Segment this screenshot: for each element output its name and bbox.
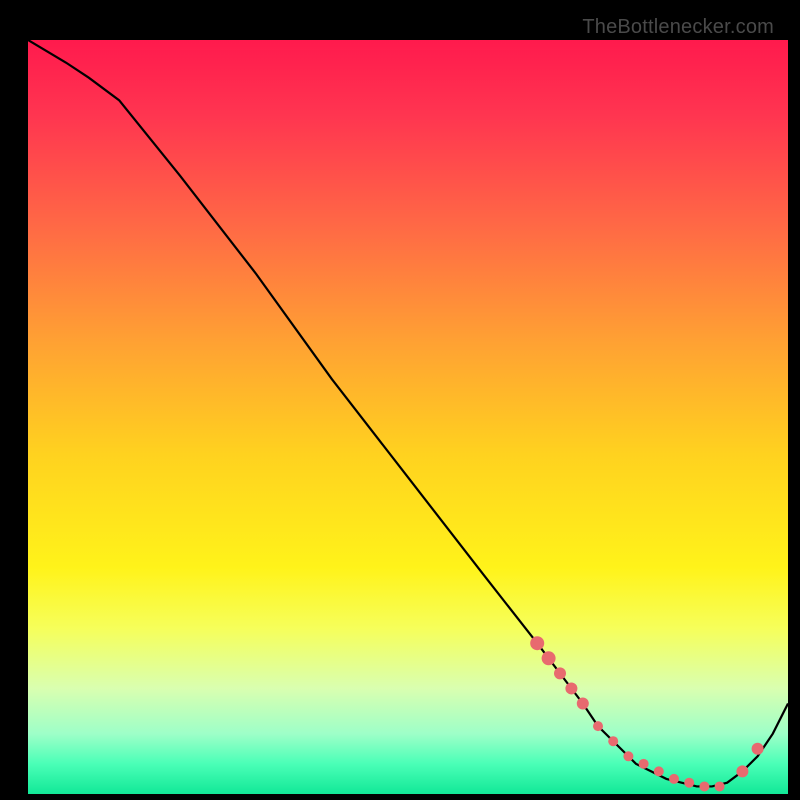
marker-dot [669, 774, 679, 784]
gradient-background [28, 40, 788, 794]
chart-frame: TheBottlenecker.com [10, 10, 790, 790]
marker-dot [684, 778, 694, 788]
marker-dot [577, 698, 589, 710]
marker-dot [593, 721, 603, 731]
marker-dot [554, 667, 566, 679]
marker-dot [565, 682, 577, 694]
watermark-text: TheBottlenecker.com [582, 16, 774, 39]
marker-dot [699, 781, 709, 791]
marker-dot [654, 766, 664, 776]
marker-dot [608, 736, 618, 746]
marker-dot [639, 759, 649, 769]
marker-dot [736, 765, 748, 777]
marker-dot [715, 781, 725, 791]
marker-dot [530, 636, 544, 650]
marker-dot [752, 743, 764, 755]
marker-dot [542, 651, 556, 665]
plot-area [28, 40, 788, 794]
marker-dot [623, 751, 633, 761]
chart-svg [28, 40, 788, 794]
